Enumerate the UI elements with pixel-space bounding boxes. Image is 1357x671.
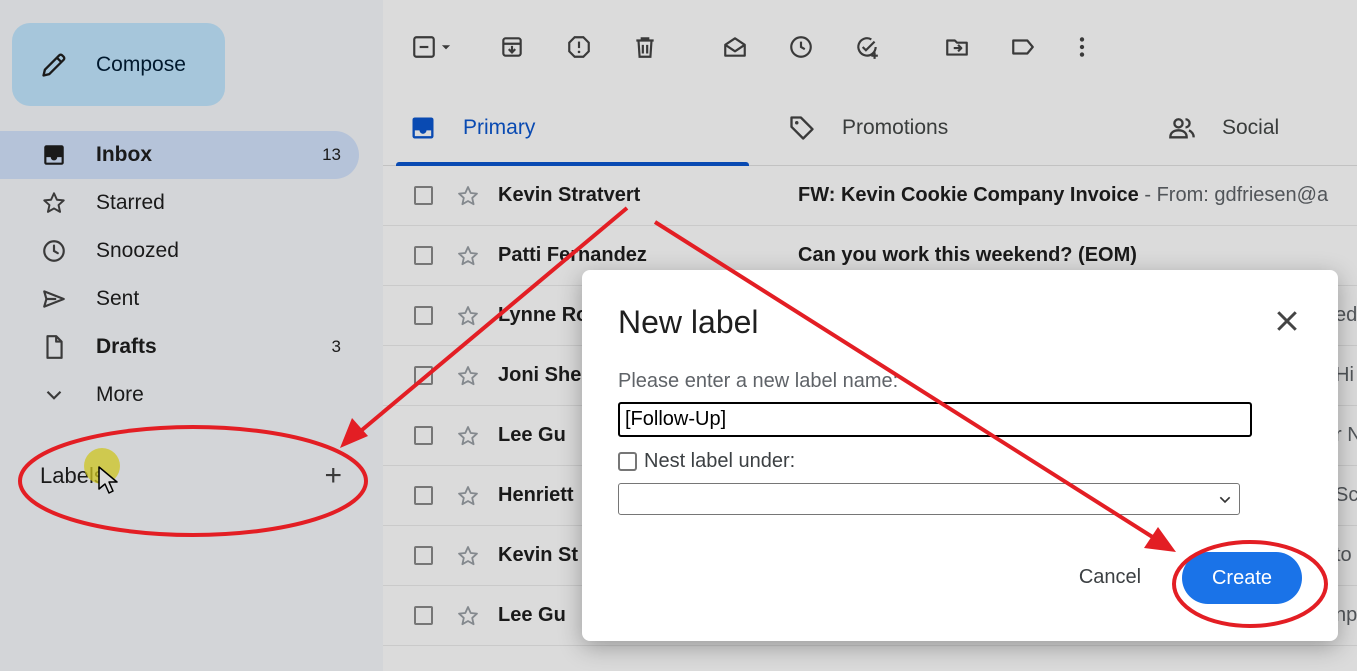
cancel-button[interactable]: Cancel bbox=[1060, 552, 1160, 602]
close-icon[interactable] bbox=[1272, 306, 1302, 336]
label-name-input[interactable] bbox=[618, 402, 1252, 437]
nest-label-checkbox[interactable] bbox=[618, 452, 637, 471]
dialog-title: New label bbox=[618, 304, 759, 340]
label-name-prompt: Please enter a new label name: bbox=[618, 370, 899, 392]
create-button[interactable]: Create bbox=[1182, 552, 1302, 604]
nest-label-text: Nest label under: bbox=[644, 450, 796, 472]
parent-label-select[interactable] bbox=[618, 483, 1240, 515]
chevron-down-icon bbox=[1219, 496, 1231, 504]
new-label-dialog: New label Please enter a new label name:… bbox=[582, 270, 1338, 641]
